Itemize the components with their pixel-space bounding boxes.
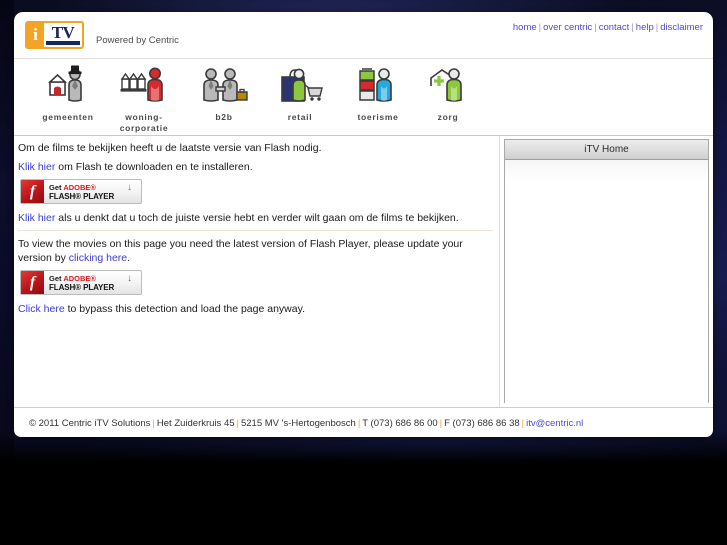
footer-email-link[interactable]: itv@centric.nl bbox=[526, 418, 583, 429]
flash-f-icon: f bbox=[21, 271, 44, 294]
flash-f-icon: f bbox=[21, 180, 44, 203]
itv-home-panel: iTV Home bbox=[504, 139, 709, 403]
en-notice-end: . bbox=[127, 252, 131, 264]
flash-notice-en-line2: Click here to bypass this detection and … bbox=[18, 302, 493, 316]
download-arrow-icon: ↓ bbox=[127, 182, 132, 193]
flash-get-word: Get bbox=[49, 182, 64, 192]
icon-navigation: gemeenten woning- corporatie b2b retail … bbox=[14, 59, 713, 136]
flash-notice-en-line1: To view the movies on this page you need… bbox=[18, 237, 493, 265]
flash-notice-nl-line1: Om de films te bekijken heeft u de laats… bbox=[18, 142, 322, 154]
page-card: i TV Powered by Centric home | over centri… bbox=[14, 12, 713, 437]
footer: © 2011 Centric iTV Solutions | Het Zuiderk… bbox=[14, 407, 713, 437]
flash-badge-line2: FLASH® PLAYER bbox=[49, 282, 115, 292]
nav-label-woningcorporatie: woning- corporatie bbox=[119, 112, 169, 133]
nav-item-zorg[interactable]: zorg bbox=[402, 64, 494, 123]
klik-hier-download-rest: om Flash te downloaden en te installeren… bbox=[55, 161, 253, 173]
click-here-bypass-rest: to bypass this detection and load the pa… bbox=[64, 303, 305, 315]
powered-by-tagline: Powered by Centric bbox=[96, 35, 179, 46]
content-divider bbox=[18, 230, 493, 231]
footer-city: 5215 MV 's-Hertogenbosch bbox=[240, 417, 356, 429]
footer-tel: T (073) 686 86 00 bbox=[362, 417, 438, 429]
topnav-link-over-centric[interactable]: over centric bbox=[543, 22, 592, 33]
klik-hier-bypass-rest: als u denkt dat u toch de juiste versie … bbox=[55, 212, 459, 224]
masthead: i TV Powered by Centric home | over centri… bbox=[14, 12, 713, 59]
flash-notice-nl-line3: Klik hier als u denkt dat u toch de juis… bbox=[18, 211, 493, 225]
top-navigation: home | over centric | contact | help | disclaime… bbox=[513, 22, 703, 33]
flash-badge-text: Get ADOBE® FLASH® PLAYER bbox=[49, 274, 114, 292]
flash-adobe-word: ADOBE® bbox=[63, 273, 96, 283]
get-flash-player-badge-nl[interactable]: f Get ADOBE® FLASH® PLAYER ↓ bbox=[20, 179, 142, 204]
desktop-left-band bbox=[0, 0, 14, 465]
click-here-bypass-link[interactable]: Click here bbox=[18, 303, 65, 315]
footer-fax: F (073) 686 86 38 bbox=[444, 417, 520, 429]
nav-item-woningcorporatie[interactable]: woning- corporatie bbox=[98, 64, 190, 134]
logo-underline bbox=[46, 41, 80, 45]
flash-badge-line2: FLASH® PLAYER bbox=[49, 191, 115, 201]
get-flash-player-badge-en[interactable]: f Get ADOBE® FLASH® PLAYER ↓ bbox=[20, 270, 142, 295]
topnav-link-contact[interactable]: contact bbox=[599, 22, 630, 33]
topnav-link-disclaimer[interactable]: disclaimer bbox=[660, 22, 703, 33]
zorg-icon bbox=[402, 64, 494, 109]
logo-tv-wrap: TV bbox=[44, 23, 82, 47]
topnav-link-home[interactable]: home bbox=[513, 22, 537, 33]
itv-home-panel-body bbox=[505, 160, 708, 403]
flash-get-word: Get bbox=[49, 273, 64, 283]
main-content: Om de films te bekijken heeft u de laats… bbox=[14, 136, 500, 407]
footer-text: © 2011 Centric iTV Solutions | Het Zuiderk… bbox=[14, 418, 583, 429]
sidebar: iTV Home bbox=[501, 136, 713, 407]
footer-copyright: © 2011 Centric iTV Solutions bbox=[29, 417, 151, 429]
flash-badge-line1: Get ADOBE® bbox=[49, 274, 114, 283]
logo-i-letter: i bbox=[27, 23, 44, 47]
itv-logo[interactable]: i TV bbox=[25, 21, 84, 49]
logo-tv-letters: TV bbox=[51, 23, 75, 42]
flash-badge-line1: Get ADOBE® bbox=[49, 183, 114, 192]
flash-badge-text: Get ADOBE® FLASH® PLAYER bbox=[49, 183, 114, 201]
klik-hier-download-link[interactable]: Klik hier bbox=[18, 161, 55, 173]
itv-home-panel-header: iTV Home bbox=[505, 140, 708, 160]
body-split: Om de films te bekijken heeft u de laats… bbox=[14, 136, 713, 407]
flash-notice-nl-line2: Klik hier om Flash te downloaden en te i… bbox=[18, 160, 493, 174]
klik-hier-bypass-link[interactable]: Klik hier bbox=[18, 212, 55, 224]
footer-address: Het Zuiderkruis 45 bbox=[156, 417, 235, 429]
woningcorporatie-icon bbox=[98, 64, 190, 109]
nav-label-zorg: zorg bbox=[437, 112, 459, 122]
flash-adobe-word: ADOBE® bbox=[63, 182, 96, 192]
download-arrow-icon: ↓ bbox=[127, 273, 132, 284]
clicking-here-link[interactable]: clicking here bbox=[69, 252, 127, 264]
topnav-link-help[interactable]: help bbox=[636, 22, 654, 33]
